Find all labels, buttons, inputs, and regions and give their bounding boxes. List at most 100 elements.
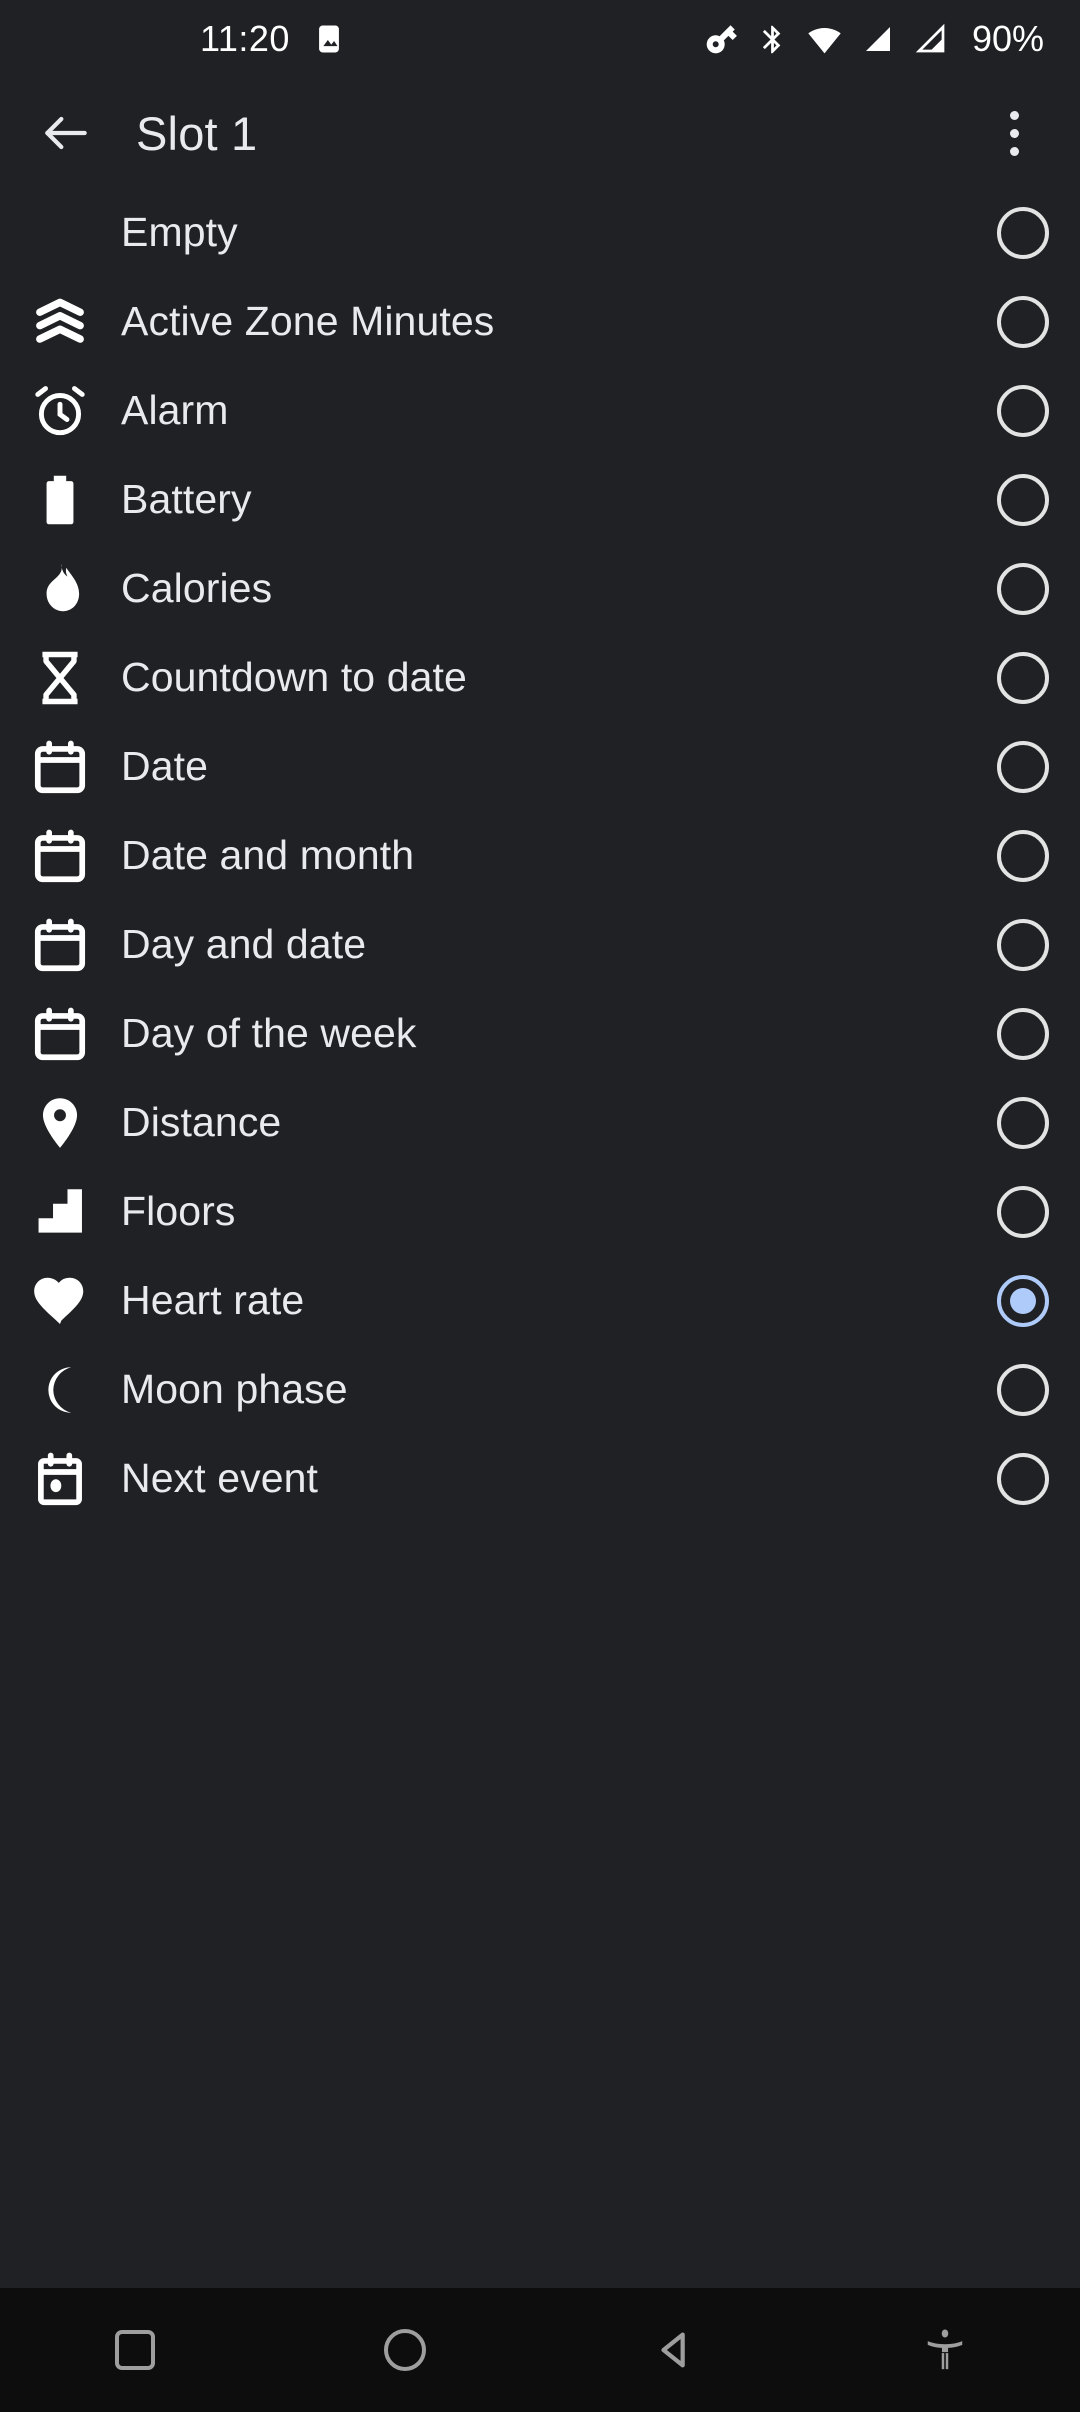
list-item-label: Date [121,743,209,789]
radio-button[interactable] [966,1434,1080,1523]
radio-button[interactable] [966,1078,1080,1167]
list-item-label: Next event [121,1455,318,1501]
flame-icon [0,544,120,633]
radio-selected-icon [997,1274,1049,1327]
accessibility-button[interactable] [810,2327,1080,2373]
radio-unselected-icon [997,740,1049,793]
list-item-label: Active Zone Minutes [121,298,495,344]
list-item-label: Moon phase [121,1366,348,1412]
overflow-dot [1009,128,1019,138]
cellular-signal-alt-icon [913,21,949,57]
overflow-dot [1009,146,1019,156]
image-icon [312,22,346,56]
accessibility-icon [927,2329,963,2370]
radio-unselected-icon [997,206,1049,259]
status-bar: 11:20 90% [0,0,1080,78]
list-item[interactable]: Day of the week [0,989,1080,1078]
list-item-label: Alarm [121,387,229,433]
list-item[interactable]: Countdown to date [0,633,1080,722]
radio-button[interactable] [966,544,1080,633]
list-item-label: Day and date [121,921,367,967]
location-pin-icon [0,1078,120,1167]
recents-button[interactable] [0,2330,270,2370]
list-item-label: Empty [121,209,238,255]
radio-unselected-icon [997,829,1049,882]
list-item-label: Distance [121,1099,282,1145]
radio-button[interactable] [966,900,1080,989]
circle-icon [384,2329,426,2371]
more-options-icon[interactable] [970,89,1058,177]
list-item[interactable]: Date [0,722,1080,811]
calendar-icon [0,722,120,811]
app-bar: Slot 1 [0,78,1080,188]
home-button[interactable] [270,2329,540,2371]
radio-unselected-icon [997,384,1049,437]
overflow-dot [1009,110,1019,120]
back-button[interactable] [540,2327,810,2373]
chevrons-up-icon [0,277,120,366]
list-item-label: Battery [121,476,252,522]
radio-button[interactable] [966,1256,1080,1345]
radio-button[interactable] [966,811,1080,900]
list-item-label: Floors [121,1188,236,1234]
radio-button[interactable] [966,722,1080,811]
radio-unselected-icon [997,1007,1049,1060]
vpn-key-icon [703,21,739,57]
list-item-label: Date and month [121,832,415,878]
radio-button[interactable] [966,1345,1080,1434]
list-item-label: Calories [121,565,273,611]
cellular-signal-icon [860,21,896,57]
list-item[interactable]: Alarm [0,366,1080,455]
radio-button[interactable] [966,188,1080,277]
hourglass-icon [0,633,120,722]
calendar-icon [0,989,120,1078]
list-item[interactable]: Distance [0,1078,1080,1167]
status-bar-left: 11:20 [200,18,346,60]
moon-icon [0,1345,120,1434]
list-item[interactable]: Date and month [0,811,1080,900]
radio-unselected-icon [997,1452,1049,1505]
radio-unselected-icon [997,295,1049,348]
status-clock: 11:20 [200,18,290,59]
radio-unselected-icon [997,562,1049,615]
system-navigation-bar [0,2288,1080,2412]
radio-unselected-icon [997,918,1049,971]
calendar-icon [0,900,120,989]
none [0,188,120,277]
list-item-label: Day of the week [121,1010,417,1056]
calendar-event-icon [0,1434,120,1523]
list-item[interactable]: Next event [0,1434,1080,1523]
phone-screen: 11:20 90% Slot 1 Empty Active Zone Minut… [0,0,1080,2412]
status-bar-right: 90% [703,18,1044,60]
list-item[interactable]: Active Zone Minutes [0,277,1080,366]
stairs-icon [0,1167,120,1256]
list-item-label: Countdown to date [121,654,467,700]
calendar-icon [0,811,120,900]
heart-icon [0,1256,120,1345]
wifi-icon [806,21,843,58]
battery-percent-label: 90% [971,18,1044,59]
radio-button[interactable] [966,277,1080,366]
page-title: Slot 1 [136,106,258,160]
radio-unselected-icon [997,1096,1049,1149]
list-item[interactable]: Battery [0,455,1080,544]
radio-button[interactable] [966,989,1080,1078]
radio-unselected-icon [997,1363,1049,1416]
radio-unselected-icon [997,473,1049,526]
list-item[interactable]: Floors [0,1167,1080,1256]
radio-button[interactable] [966,366,1080,455]
list-item[interactable]: Day and date [0,900,1080,989]
complication-list[interactable]: Empty Active Zone Minutes Alarm Battery C… [0,188,1080,2288]
list-item[interactable]: Heart rate [0,1256,1080,1345]
list-item[interactable]: Calories [0,544,1080,633]
triangle-left-icon [661,2332,685,2368]
list-item[interactable]: Moon phase [0,1345,1080,1434]
list-item-label: Heart rate [121,1277,305,1323]
battery-icon [0,455,120,544]
radio-button[interactable] [966,455,1080,544]
radio-button[interactable] [966,633,1080,722]
radio-unselected-icon [997,1185,1049,1238]
list-item[interactable]: Empty [0,188,1080,277]
radio-button[interactable] [966,1167,1080,1256]
back-arrow-icon[interactable] [18,85,114,181]
